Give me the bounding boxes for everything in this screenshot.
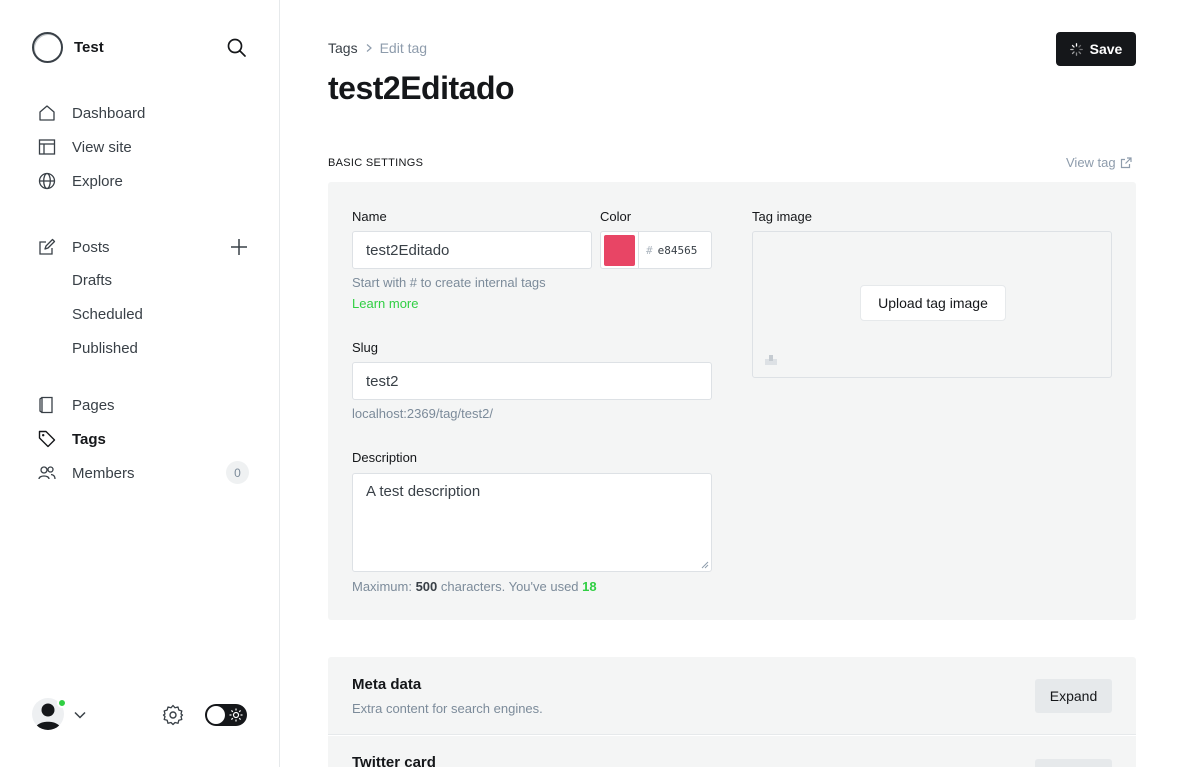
sidebar-item-label: Tags	[72, 430, 106, 448]
sidebar-item-label: Explore	[72, 172, 123, 190]
toggle-knob	[207, 706, 225, 724]
slug-url-preview: localhost:2369/tag/test2/	[352, 406, 493, 421]
meta-data-expand-button[interactable]: Expand	[1035, 679, 1112, 713]
page-title: test2Editado	[328, 70, 515, 106]
chevron-right-icon	[364, 43, 374, 53]
save-label: Save	[1089, 41, 1123, 57]
tag-icon	[38, 430, 56, 448]
color-hex-input[interactable]: # e84565	[638, 232, 711, 268]
description-label: Description	[352, 450, 418, 465]
sidebar-item-label: Posts	[72, 238, 110, 256]
sidebar: Test Dashboard View site Explore Posts D…	[0, 0, 280, 767]
theme-toggle[interactable]	[205, 704, 247, 726]
sidebar-item-drafts[interactable]: Drafts	[72, 272, 112, 289]
meta-data-title: Meta data	[352, 676, 422, 693]
breadcrumb: Tags Edit tag	[328, 40, 427, 56]
name-label: Name	[352, 209, 387, 224]
tag-image-dropzone[interactable]: Upload tag image	[752, 231, 1112, 378]
site-name: Test	[74, 39, 104, 56]
char-count-max: 500	[415, 579, 438, 594]
description-char-count: Maximum: 500 characters. You've used 18	[352, 579, 597, 594]
hash-prefix: #	[646, 243, 653, 257]
color-picker: # e84565	[600, 231, 712, 269]
tag-image-label: Tag image	[752, 209, 812, 224]
sidebar-item-dashboard[interactable]: Dashboard	[38, 101, 145, 125]
sidebar-item-label: Pages	[72, 396, 115, 414]
sidebar-item-explore[interactable]: Explore	[38, 169, 123, 193]
resize-handle-icon[interactable]	[701, 561, 709, 569]
slug-label: Slug	[352, 340, 379, 355]
sidebar-item-label: View site	[72, 138, 132, 156]
view-tag-label: View tag	[1066, 155, 1116, 170]
char-count-used: 18	[582, 579, 597, 594]
brand[interactable]: Test	[32, 32, 104, 63]
chevron-down-icon[interactable]	[73, 708, 87, 722]
globe-icon	[38, 172, 56, 190]
members-icon	[38, 464, 56, 482]
sidebar-item-tags[interactable]: Tags	[38, 427, 106, 451]
char-count-middle: characters. You've used	[440, 579, 579, 594]
meta-data-subtitle: Extra content for search engines.	[352, 701, 543, 716]
external-link-icon	[1120, 156, 1132, 168]
basic-settings-panel: Name test2Editado Start with # to create…	[328, 182, 1136, 620]
learn-more-link[interactable]: Learn more	[352, 296, 418, 311]
sidebar-item-published[interactable]: Published	[72, 340, 138, 357]
edit-icon	[38, 238, 56, 256]
save-button[interactable]: Save	[1056, 32, 1136, 66]
home-icon	[38, 104, 56, 122]
view-tag-link[interactable]: View tag	[1066, 155, 1132, 170]
sidebar-item-scheduled[interactable]: Scheduled	[72, 306, 143, 323]
section-label-basic-settings: BASIC SETTINGS	[328, 157, 424, 169]
upload-tag-image-button[interactable]: Upload tag image	[860, 285, 1006, 321]
sidebar-item-pages[interactable]: Pages	[38, 393, 115, 417]
color-swatch[interactable]	[604, 235, 635, 266]
description-value: A test description	[366, 483, 481, 500]
color-hex-value: e84565	[657, 243, 698, 257]
search-icon[interactable]	[226, 37, 248, 59]
meta-data-card: Meta data Extra content for search engin…	[328, 657, 1136, 735]
gear-icon[interactable]	[162, 704, 184, 726]
sidebar-item-posts[interactable]: Posts	[38, 235, 110, 259]
twitter-card-expand-button[interactable]	[1035, 759, 1112, 767]
sun-icon	[229, 708, 243, 722]
page-icon	[38, 396, 56, 414]
spinner-icon	[1069, 42, 1083, 56]
sidebar-item-label: Dashboard	[72, 104, 146, 122]
layout-icon	[38, 138, 56, 156]
upload-icon[interactable]	[764, 352, 778, 366]
breadcrumb-current: Edit tag	[379, 40, 428, 56]
name-field[interactable]: test2Editado	[352, 231, 592, 269]
sidebar-item-label: Members	[72, 464, 135, 482]
sidebar-item-members[interactable]: Members	[38, 461, 135, 485]
twitter-card-section: Twitter card	[328, 736, 1136, 767]
sidebar-item-view-site[interactable]: View site	[38, 135, 132, 159]
description-textarea[interactable]: A test description	[352, 473, 712, 572]
members-count-badge: 0	[226, 461, 249, 484]
site-logo	[32, 32, 63, 63]
new-post-plus-icon[interactable]	[229, 237, 249, 257]
online-status-dot	[57, 698, 67, 708]
slug-field[interactable]: test2	[352, 362, 712, 400]
color-label: Color	[600, 209, 632, 224]
char-count-prefix: Maximum:	[352, 579, 412, 594]
name-hint: Start with # to create internal tags	[352, 275, 546, 290]
twitter-card-title: Twitter card	[352, 754, 436, 767]
breadcrumb-tags-link[interactable]: Tags	[328, 40, 358, 56]
